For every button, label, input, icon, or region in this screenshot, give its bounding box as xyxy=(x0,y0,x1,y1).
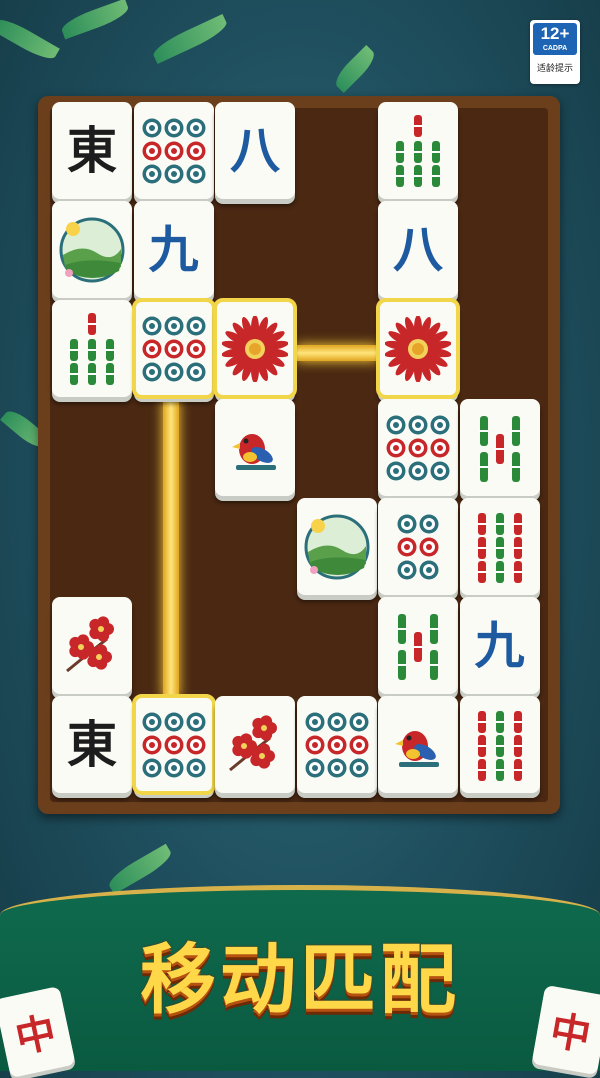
mahjong-tile[interactable] xyxy=(215,696,295,793)
mahjong-tile[interactable] xyxy=(131,694,216,795)
circle-suit-icon xyxy=(305,712,368,777)
mahjong-tile[interactable] xyxy=(296,696,377,793)
bamboo-suit-icon xyxy=(476,512,523,583)
landscape-season-icon xyxy=(59,217,125,282)
mahjong-tile[interactable] xyxy=(378,102,458,199)
leaf-decoration xyxy=(149,13,231,65)
chrysanthemum-flower-icon xyxy=(385,315,451,382)
bamboo-suit-icon xyxy=(476,710,523,781)
mahjong-tile[interactable] xyxy=(215,399,295,496)
mahjong-tile[interactable] xyxy=(378,696,458,793)
leaf-decoration xyxy=(59,0,131,40)
landscape-season-icon xyxy=(304,514,369,579)
circle-suit-icon xyxy=(386,415,450,480)
mahjong-tile[interactable] xyxy=(459,498,540,595)
slogan-title: 移动匹配 xyxy=(140,935,460,1024)
bamboo-suit-icon xyxy=(395,114,441,187)
bird-icon xyxy=(395,730,439,767)
bamboo-suit-icon xyxy=(397,613,439,680)
tile-character: 東 xyxy=(67,120,117,180)
mahjong-tile[interactable] xyxy=(376,298,460,399)
mahjong-tile[interactable] xyxy=(213,298,297,399)
mahjong-tile[interactable] xyxy=(296,498,377,595)
mahjong-tile[interactable]: 九 xyxy=(133,201,214,298)
leaf-decoration xyxy=(330,44,380,94)
chrysanthemum-flower-icon xyxy=(222,315,288,382)
age-note: 适龄提示 xyxy=(536,64,573,74)
tile-character: 九 xyxy=(148,220,199,279)
plum-blossom-icon xyxy=(66,615,114,672)
leaf-decoration xyxy=(0,13,60,65)
mahjong-tile[interactable] xyxy=(52,597,132,694)
bamboo-suit-icon xyxy=(69,312,115,385)
mahjong-tile[interactable]: 九 xyxy=(459,597,540,694)
mahjong-tile[interactable] xyxy=(378,399,458,496)
age-rating: 12+ xyxy=(540,24,570,43)
mahjong-tile[interactable] xyxy=(459,696,540,793)
mahjong-tile[interactable] xyxy=(378,597,458,694)
mahjong-tile[interactable] xyxy=(52,201,132,298)
match-path-vertical xyxy=(163,398,179,698)
match-path-horizontal xyxy=(296,345,378,361)
mahjong-tile[interactable] xyxy=(378,498,458,595)
circle-suit-icon xyxy=(142,118,205,183)
bird-icon xyxy=(232,433,276,470)
age-rating-badge: 12+ CADPA 适龄提示 xyxy=(530,20,580,84)
tile-character: 九 xyxy=(474,616,525,675)
rating-org: CADPA xyxy=(542,45,568,52)
circle-suit-icon xyxy=(142,712,205,777)
tile-character: 八 xyxy=(230,121,280,180)
mahjong-tile[interactable]: 東 xyxy=(52,102,132,199)
circle-suit-icon xyxy=(142,316,205,381)
mahjong-tile[interactable] xyxy=(52,300,132,397)
leaf-decoration xyxy=(105,843,175,895)
tile-character: 東 xyxy=(67,714,117,774)
mahjong-tile[interactable]: 八 xyxy=(215,102,295,199)
mahjong-tile[interactable]: 八 xyxy=(378,201,458,298)
mahjong-tile[interactable] xyxy=(133,102,214,199)
circle-suit-icon xyxy=(397,514,439,579)
plum-blossom-icon xyxy=(229,714,277,771)
bamboo-suit-icon xyxy=(478,415,521,482)
mahjong-tile[interactable] xyxy=(459,399,540,496)
mahjong-tile[interactable] xyxy=(131,298,216,399)
mahjong-tile[interactable]: 東 xyxy=(52,696,132,793)
tile-character: 八 xyxy=(393,220,443,279)
